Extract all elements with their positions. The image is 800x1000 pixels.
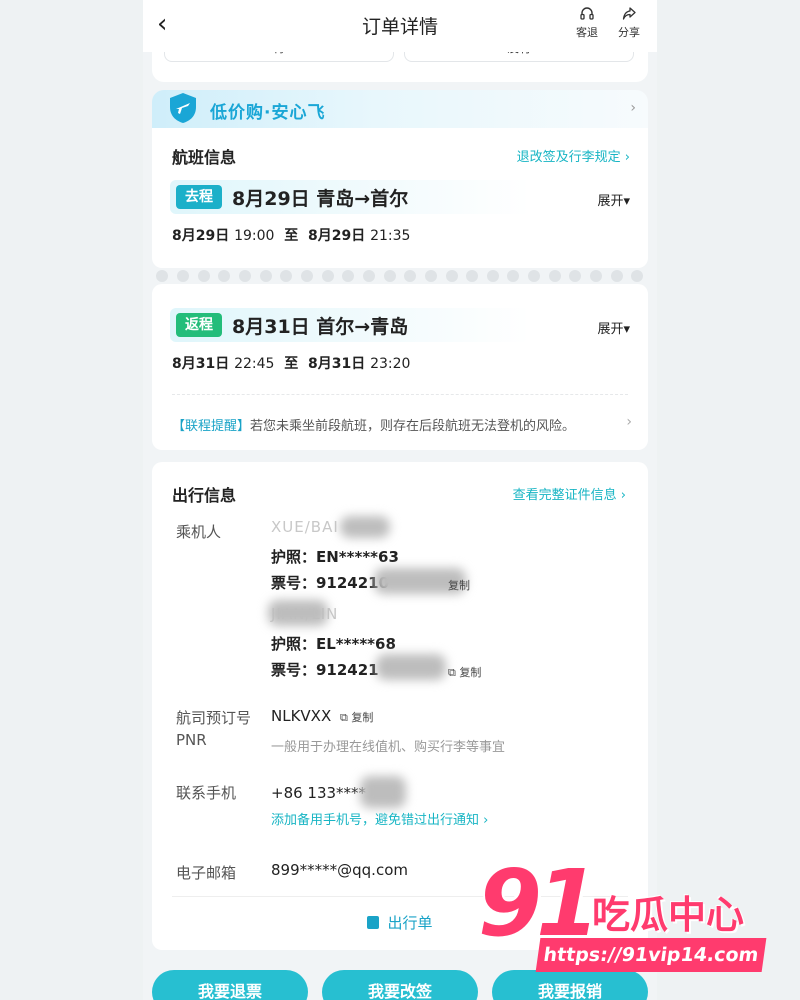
- pnr-label-en: PNR: [176, 731, 207, 749]
- return-times: 8月31日 22:45 至 8月31日 23:20: [172, 353, 410, 373]
- pnr-label: 航司预订号: [176, 709, 252, 727]
- reminder-text: 若您未乘坐前段航班，则存在后段航班无法登机的风险。: [250, 419, 576, 434]
- passenger-name: XUE/BAI: [271, 518, 339, 536]
- outbound-tag: 去程: [176, 185, 222, 209]
- passport-number: 护照：EN*****63: [271, 548, 399, 566]
- return-to: 至: [284, 356, 299, 372]
- outbound-to: 至: [284, 228, 299, 244]
- copy-pnr-button[interactable]: ⧉ 复制: [340, 711, 373, 724]
- pnr-value: NLKVXX ⧉ 复制: [271, 707, 373, 725]
- ticket-perforation: [152, 268, 648, 284]
- outbound-dep-time: 19:00: [234, 228, 275, 244]
- return-arr-date: 8月31日: [307, 356, 366, 372]
- copy-ticket-button[interactable]: ⧉ 复制: [448, 664, 481, 680]
- redaction: [268, 600, 328, 626]
- copy-label: 复制: [351, 711, 374, 724]
- return-dep-date: 8月31日: [172, 356, 230, 372]
- view-id-info-link[interactable]: 查看完整证件信息 ›: [513, 484, 626, 503]
- refund-button[interactable]: 我要退票: [152, 970, 308, 1000]
- watermark-logo: 91 吃瓜中心 https://91vip14.com: [478, 854, 778, 978]
- chevron-right-icon: ›: [630, 100, 636, 116]
- connection-reminder[interactable]: 【联程提醒】若您未乘坐前段航班，则存在后段航班无法登机的风险。: [172, 415, 575, 434]
- return-tag: 返程: [176, 313, 222, 337]
- email-value: 899*****@qq.com: [271, 861, 408, 879]
- passenger-label: 乘机人: [176, 523, 222, 541]
- share-label: 分享: [618, 26, 640, 39]
- document-icon: [367, 916, 380, 929]
- copy-ticket-button[interactable]: 复制: [448, 577, 470, 593]
- share-button[interactable]: 分享: [609, 6, 649, 40]
- chevron-right-icon: ›: [626, 414, 632, 430]
- banner-text: 低价购·安心飞: [210, 103, 326, 123]
- return-expand-toggle[interactable]: 展开▾: [597, 318, 630, 337]
- ticket-number: 票号：9124210: [271, 574, 390, 592]
- nav-header: ‹ 订单详情 客退 分享: [143, 0, 657, 52]
- passport-number: 护照：EL*****68: [271, 635, 396, 653]
- low-price-banner[interactable]: 低价购·安心飞 ›: [152, 90, 648, 130]
- redaction: [340, 516, 390, 538]
- divider: [172, 394, 628, 395]
- customer-service-button[interactable]: 客退: [567, 6, 607, 40]
- redaction: [376, 654, 446, 680]
- headset-icon: [567, 6, 607, 24]
- shield-plane-icon: [168, 92, 198, 124]
- email-label: 电子邮箱: [176, 864, 237, 882]
- outbound-times: 8月29日 19:00 至 8月29日 21:35: [172, 225, 410, 245]
- outbound-dep-date: 8月29日: [172, 228, 230, 244]
- outbound-expand-toggle[interactable]: 展开▾: [597, 190, 630, 209]
- itinerary-label: 出行单: [387, 914, 433, 932]
- pnr-code: NLKVXX: [271, 707, 332, 725]
- outbound-arr-date: 8月29日: [307, 228, 366, 244]
- phone-value: +86 133****: [271, 784, 367, 802]
- return-dep-time: 22:45: [234, 356, 275, 372]
- ticket-number: 票号：912421: [271, 661, 379, 679]
- baggage-rules-link[interactable]: 退改签及行李规定 ›: [517, 146, 630, 165]
- add-backup-phone-link[interactable]: 添加备用手机号，避免错过出行通知 ›: [271, 809, 488, 828]
- customer-service-label: 客退: [576, 26, 598, 39]
- watermark-url: https://91vip14.com: [535, 938, 767, 972]
- reminder-tag: 【联程提醒】: [172, 419, 251, 434]
- change-button[interactable]: 我要改签: [322, 970, 478, 1000]
- return-flight-card: 返程 8月31日 首尔→青岛 展开▾ 8月31日 22:45 至 8月31日 2…: [152, 284, 648, 450]
- outbound-arr-time: 21:35: [370, 228, 411, 244]
- watermark-name: 吃瓜中心: [592, 893, 745, 937]
- flight-info-title: 航班信息: [172, 148, 237, 167]
- pnr-hint: 一般用于办理在线值机、购买行李等事宜: [271, 740, 506, 755]
- phone-label: 联系手机: [176, 784, 237, 802]
- flight-info-card: 航班信息 退改签及行李规定 › 去程 8月29日 青岛→首尔 展开▾ 8月29日…: [152, 128, 648, 268]
- outbound-route: 8月29日 青岛→首尔: [232, 188, 409, 210]
- redaction: [360, 776, 406, 808]
- return-arr-time: 23:20: [370, 356, 411, 372]
- travel-info-title: 出行信息: [172, 486, 237, 505]
- copy-label: 复制: [459, 666, 482, 679]
- share-icon: [609, 6, 649, 24]
- return-route: 8月31日 首尔→青岛: [232, 316, 409, 338]
